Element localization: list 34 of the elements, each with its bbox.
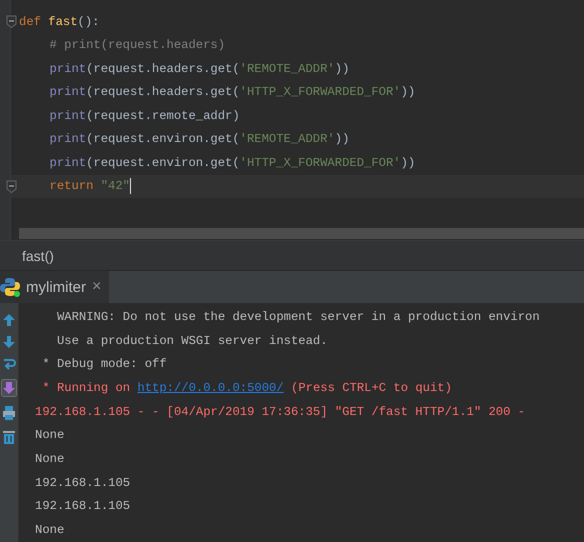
- code-line: return "42": [50, 178, 132, 194]
- close-icon[interactable]: ×: [92, 278, 102, 296]
- trash-icon[interactable]: [2, 429, 16, 445]
- code-line: print(request.headers.get('HTTP_X_FORWARDED_FOR')): [50, 85, 416, 100]
- console-line: None: [35, 523, 64, 538]
- code-line: def fast():: [19, 14, 100, 29]
- code-line: print(request.environ.get('REMOTE_ADDR')): [50, 132, 350, 146]
- scrollbar-thumb[interactable]: [19, 228, 584, 239]
- console-line: None: [35, 452, 64, 466]
- code-line: print(request.environ.get('HTTP_X_FORWARDED_FOR')): [50, 156, 416, 170]
- python-icon: [0, 277, 20, 297]
- console-text: (Press CTRL+C to quit): [290, 380, 452, 395]
- run-tab[interactable]: mylimiter ×: [0, 271, 110, 303]
- code-line: print(request.headers.get('REMOTE_ADDR')): [50, 62, 350, 76]
- fold-icon[interactable]: [6, 15, 17, 28]
- url-link[interactable]: http://0.0.0.0:5000/: [137, 380, 284, 395]
- wrap-icon[interactable]: [2, 357, 16, 371]
- console-line: None: [35, 428, 64, 442]
- breadcrumb[interactable]: fast(): [0, 248, 54, 264]
- print-icon[interactable]: [2, 405, 16, 421]
- scroll-end-icon[interactable]: [1, 379, 17, 397]
- console-line: * Debug mode: off: [41, 357, 167, 372]
- console-line: Use a production WSGI server instead.: [56, 334, 328, 348]
- down-arrow-icon[interactable]: [2, 335, 16, 349]
- console-line: 192.168.1.105 - - [04/Apr/2019 17:36:35] "GET /fast HTTP/1.1" 200 -: [35, 404, 526, 419]
- console-line: 192.168.1.105: [35, 499, 130, 514]
- console-line: WARNING: Do not use the development server in a production environ: [56, 310, 540, 324]
- code-line: # print(request.headers): [50, 38, 226, 52]
- fold-icon[interactable]: [6, 180, 17, 192]
- tab-label: mylimiter: [26, 278, 86, 296]
- code-line: print(request.remote_addr): [50, 108, 240, 123]
- console-text: * Running on: [41, 380, 132, 395]
- console-line: 192.168.1.105: [35, 476, 130, 490]
- up-arrow-icon[interactable]: [2, 313, 16, 327]
